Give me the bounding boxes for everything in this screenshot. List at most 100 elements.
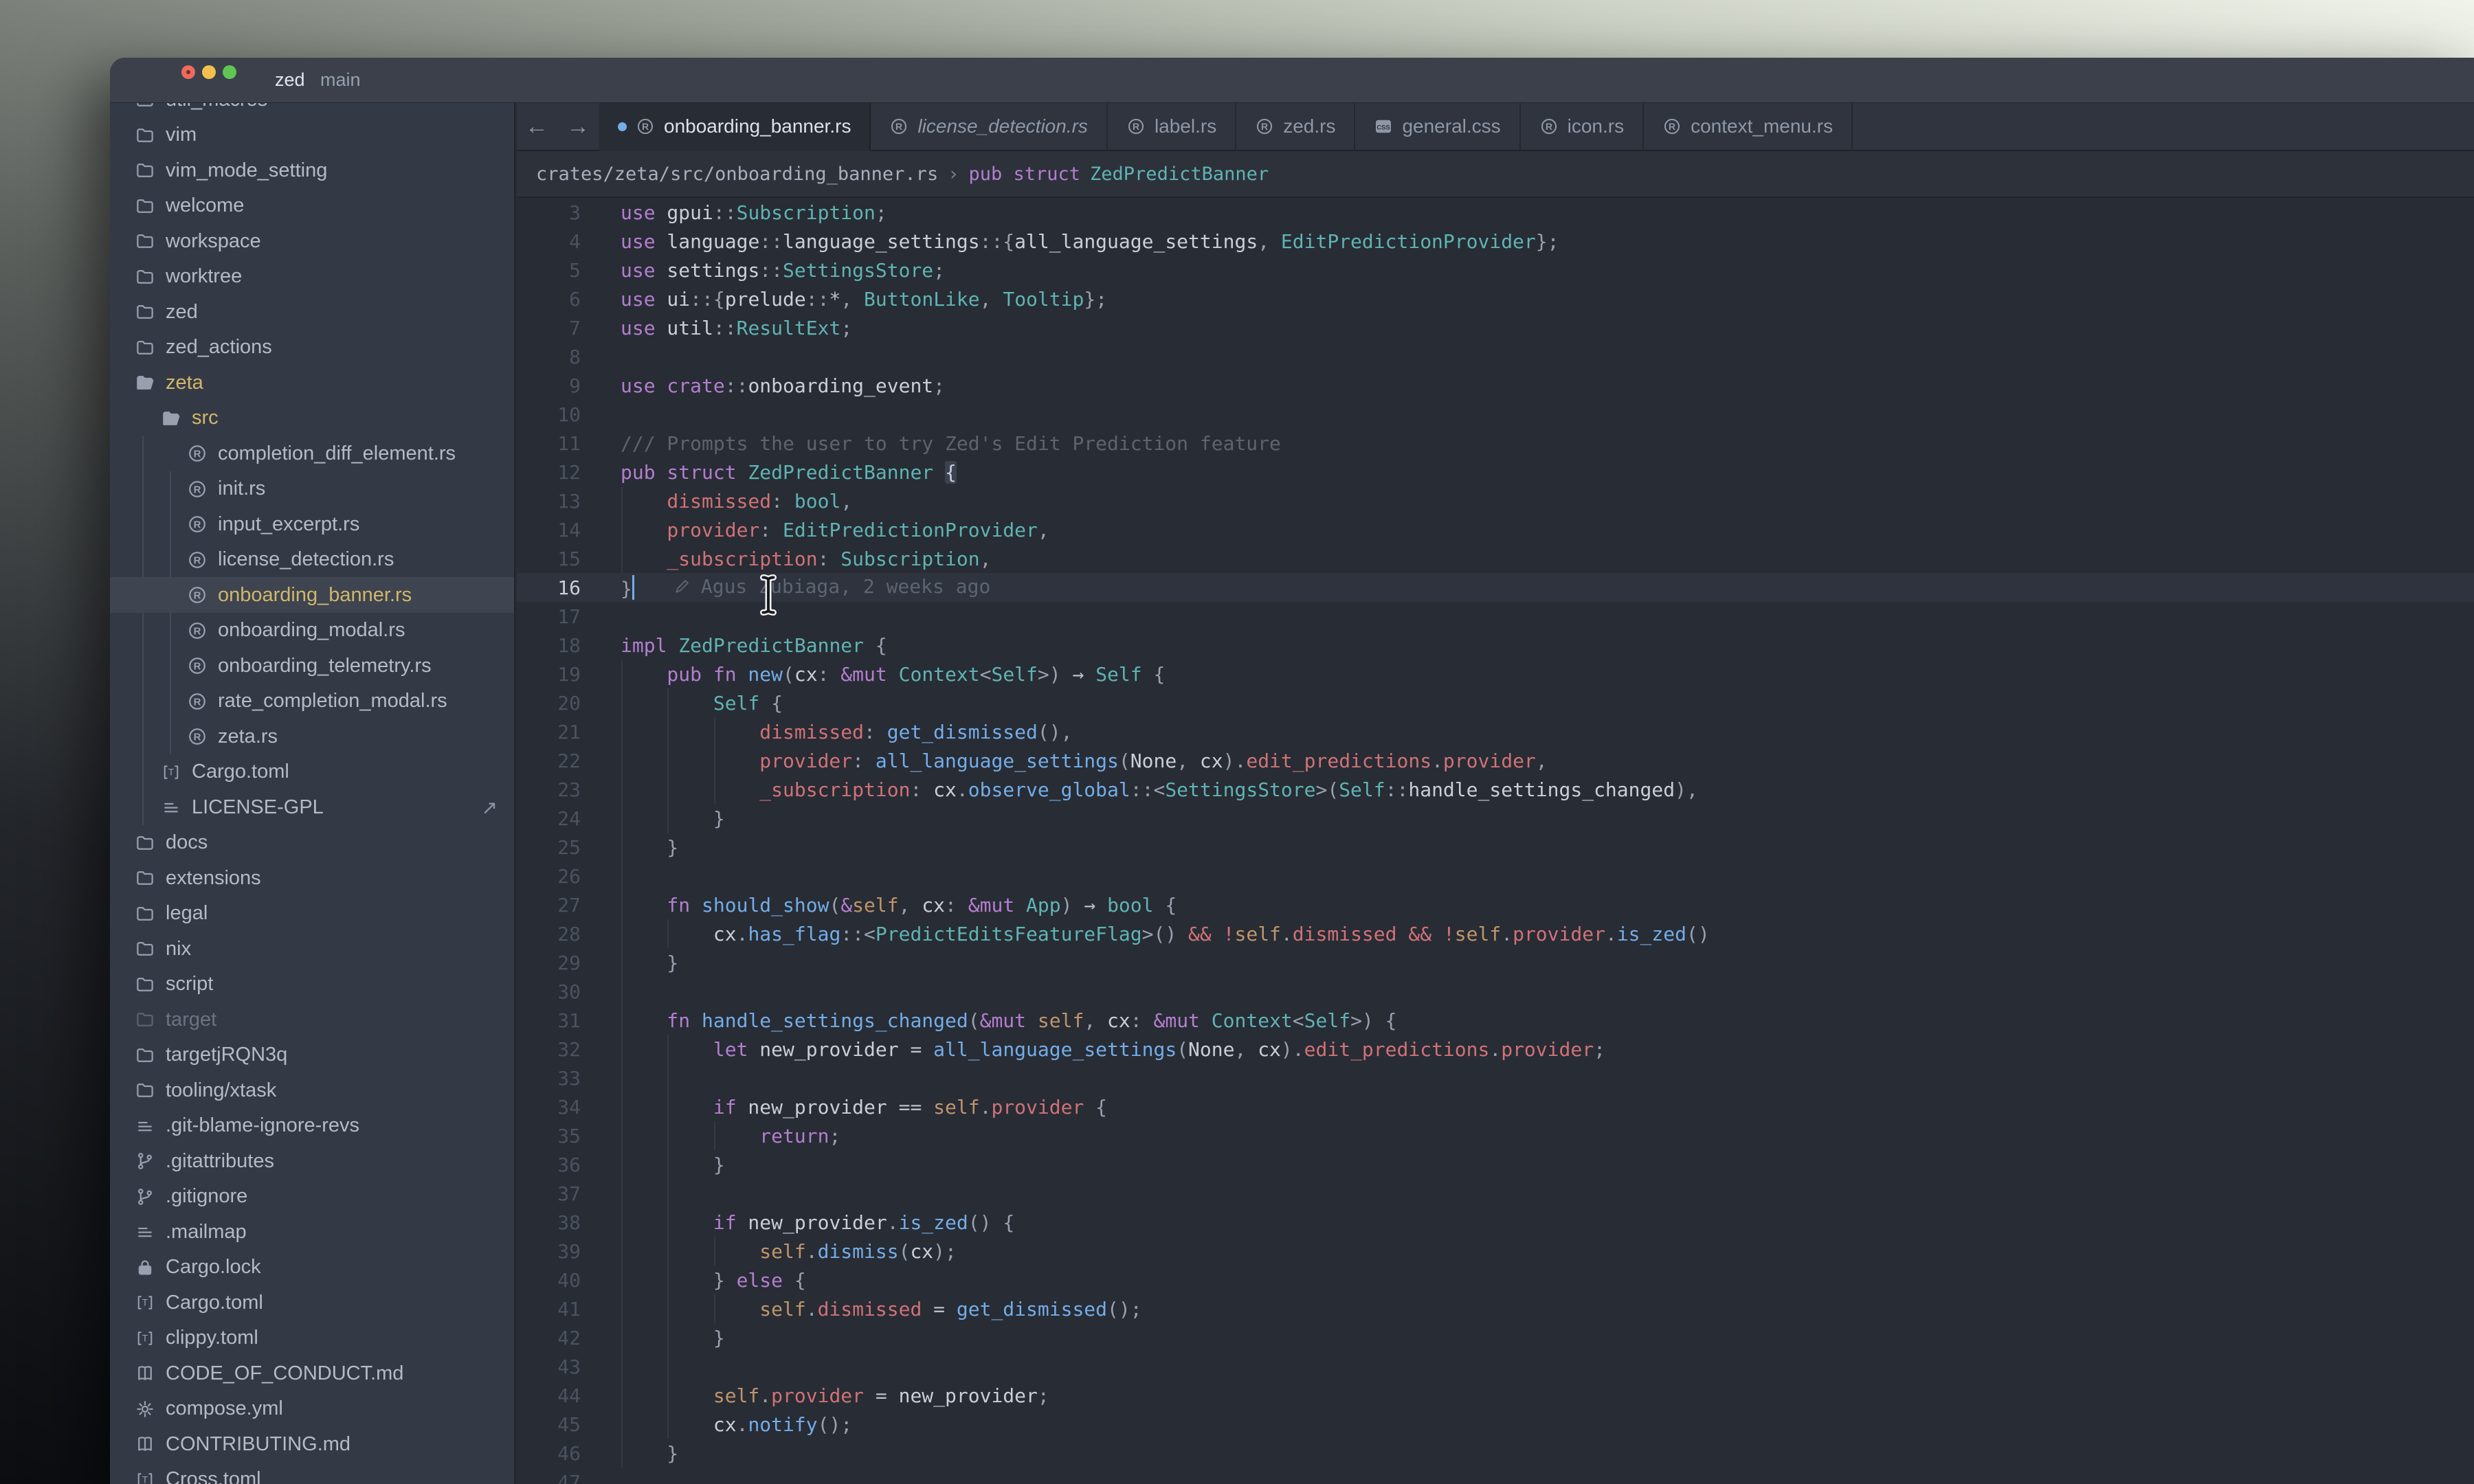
file-tree-item[interactable]: Ronboarding_telemetry.rs — [110, 648, 514, 684]
file-tree-item[interactable]: Rinput_excerpt.rs — [110, 506, 514, 542]
code-editor[interactable]: 3use gpui::Subscription;4use language::l… — [517, 198, 2474, 1484]
file-tree-item[interactable]: docs — [110, 825, 514, 861]
tab-context_menu.rs[interactable]: Rcontext_menu.rs — [1644, 103, 1853, 150]
file-tree-item[interactable]: Rinit.rs — [110, 471, 514, 507]
file-tree-item[interactable]: Ronboarding_banner.rs — [110, 577, 514, 613]
code-line[interactable]: 24 } — [517, 804, 2474, 833]
code-line[interactable]: 19 pub fn new(cx: &mut Context<Self>) → … — [517, 660, 2474, 688]
nav-forward-icon[interactable]: → — [566, 115, 590, 138]
git-branch-label[interactable]: main — [320, 69, 361, 91]
file-tree-item[interactable]: CONTRIBUTING.md — [110, 1426, 514, 1462]
maximize-button[interactable] — [223, 65, 236, 79]
code-line[interactable]: 17 — [517, 602, 2474, 631]
file-tree-item[interactable]: src — [110, 401, 514, 436]
file-tree-item[interactable]: vim_mode_setting — [110, 153, 514, 188]
tab-icon.rs[interactable]: Ricon.rs — [1521, 103, 1644, 150]
file-tree-item[interactable]: Rzeta.rs — [110, 719, 514, 754]
file-tree-item[interactable]: TCross.toml — [110, 1462, 514, 1484]
nav-back-icon[interactable]: ← — [525, 115, 548, 138]
code-line[interactable]: 36 } — [517, 1150, 2474, 1179]
code-line[interactable]: 28 cx.has_flag::<PredictEditsFeatureFlag… — [517, 919, 2474, 948]
file-tree-item[interactable]: util_macros — [110, 103, 514, 117]
file-tree-item[interactable]: compose.yml — [110, 1391, 514, 1427]
code-line[interactable]: 43 — [517, 1352, 2474, 1381]
file-tree-item[interactable]: Rcompletion_diff_element.rs — [110, 436, 514, 471]
file-tree-item[interactable]: workspace — [110, 223, 514, 259]
file-tree-item[interactable]: .mailmap — [110, 1214, 514, 1250]
file-tree-item[interactable]: TCargo.toml — [110, 1285, 514, 1320]
file-tree-item[interactable]: target — [110, 1002, 514, 1037]
file-tree-item[interactable]: welcome — [110, 188, 514, 224]
code-line[interactable]: 39 self.dismiss(cx); — [517, 1237, 2474, 1266]
tab-zed.rs[interactable]: Rzed.rs — [1236, 103, 1355, 150]
code-line[interactable]: 40 } else { — [517, 1266, 2474, 1294]
tab-onboarding_banner.rs[interactable]: Ronboarding_banner.rs — [599, 103, 871, 151]
file-tree-item[interactable]: script — [110, 967, 514, 1002]
code-line[interactable]: 37 — [517, 1179, 2474, 1208]
file-tree-item[interactable]: vim — [110, 117, 514, 153]
code-line[interactable]: 21 dismissed: get_dismissed(), — [517, 717, 2474, 746]
file-tree-item[interactable]: Rlicense_detection.rs — [110, 542, 514, 578]
file-tree-item[interactable]: Rrate_completion_modal.rs — [110, 684, 514, 719]
code-line[interactable]: 8 — [517, 342, 2474, 371]
breadcrumb-symbol-name[interactable]: ZedPredictBanner — [1080, 164, 1269, 185]
breadcrumb[interactable]: crates/zeta/src/onboarding_banner.rs › p… — [517, 151, 2474, 198]
tab-license_detection.rs[interactable]: Rlicense_detection.rs — [871, 103, 1107, 150]
code-line[interactable]: 7use util::ResultExt; — [517, 313, 2474, 342]
titlebar[interactable]: zed main — [110, 58, 2474, 103]
file-tree-item[interactable]: targetjRQN3q — [110, 1037, 514, 1073]
tab-general.css[interactable]: CSSgeneral.css — [1355, 103, 1520, 150]
code-line[interactable]: 35 return; — [517, 1121, 2474, 1150]
file-tree-item[interactable]: Tclippy.toml — [110, 1320, 514, 1356]
breadcrumb-symbol-keyword[interactable]: pub struct — [968, 164, 1080, 185]
code-line[interactable]: 31 fn handle_settings_changed(&mut self,… — [517, 1006, 2474, 1035]
code-line[interactable]: 14 provider: EditPredictionProvider, — [517, 515, 2474, 544]
code-line[interactable]: 45 cx.notify(); — [517, 1410, 2474, 1439]
code-line[interactable]: 47 — [517, 1468, 2474, 1484]
code-line[interactable]: 23 _subscription: cx.observe_global::<Se… — [517, 775, 2474, 804]
code-line[interactable]: 44 self.provider = new_provider; — [517, 1381, 2474, 1410]
file-tree-item[interactable]: worktree — [110, 259, 514, 295]
code-line[interactable]: 25 } — [517, 833, 2474, 862]
breadcrumb-path[interactable]: crates/zeta/src/onboarding_banner.rs — [536, 164, 938, 185]
file-tree-item[interactable]: .gitignore — [110, 1179, 514, 1215]
tab-label.rs[interactable]: Rlabel.rs — [1108, 103, 1236, 150]
code-line[interactable]: 6use ui::{prelude::*, ButtonLike, Toolti… — [517, 284, 2474, 313]
code-line[interactable]: 26 — [517, 862, 2474, 890]
file-tree-item[interactable]: zed_actions — [110, 330, 514, 366]
file-tree-item[interactable]: CODE_OF_CONDUCT.md — [110, 1356, 514, 1391]
code-line[interactable]: 27 fn should_show(&self, cx: &mut App) →… — [517, 890, 2474, 919]
code-line[interactable]: 20 Self { — [517, 688, 2474, 717]
code-line[interactable]: 4use language::language_settings::{all_l… — [517, 227, 2474, 256]
file-tree-item[interactable]: zeta — [110, 365, 514, 401]
code-line[interactable]: 12pub struct ZedPredictBanner { — [517, 458, 2474, 486]
code-line[interactable]: 11/// Prompts the user to try Zed's Edit… — [517, 429, 2474, 458]
file-tree-item[interactable]: TCargo.toml — [110, 754, 514, 790]
code-line[interactable]: 38 if new_provider.is_zed() { — [517, 1208, 2474, 1237]
file-tree-item[interactable]: zed — [110, 294, 514, 330]
minimize-button[interactable] — [202, 65, 216, 79]
file-tree-item[interactable]: legal — [110, 896, 514, 932]
file-tree-item[interactable]: tooling/xtask — [110, 1072, 514, 1108]
project-name[interactable]: zed — [275, 69, 305, 91]
code-line[interactable]: 41 self.dismissed = get_dismissed(); — [517, 1294, 2474, 1323]
code-line[interactable]: 33 — [517, 1064, 2474, 1092]
git-blame-annotation[interactable]: Agus Zubiaga, 2 weeks ago — [673, 575, 990, 598]
file-tree-item[interactable]: LICENSE-GPL↗ — [110, 789, 514, 825]
code-line[interactable]: 34 if new_provider == self.provider { — [517, 1092, 2474, 1121]
code-line[interactable]: 15 _subscription: Subscription, — [517, 544, 2474, 573]
code-line[interactable]: 5use settings::SettingsStore; — [517, 256, 2474, 284]
file-tree-item[interactable]: nix — [110, 931, 514, 967]
code-line[interactable]: 18impl ZedPredictBanner { — [517, 631, 2474, 660]
code-line[interactable]: 42 } — [517, 1323, 2474, 1352]
file-tree-item[interactable]: extensions — [110, 860, 514, 896]
project-panel[interactable]: util_macrosvimvim_mode_settingwelcomewor… — [110, 103, 515, 1484]
code-line[interactable]: 10 — [517, 400, 2474, 429]
file-tree-item[interactable]: Ronboarding_modal.rs — [110, 613, 514, 649]
code-line[interactable]: 30 — [517, 977, 2474, 1006]
code-line[interactable]: 9use crate::onboarding_event; — [517, 371, 2474, 400]
code-line[interactable]: 13 dismissed: bool, — [517, 486, 2474, 515]
code-line[interactable]: 32 let new_provider = all_language_setti… — [517, 1035, 2474, 1064]
file-tree-item[interactable]: .git-blame-ignore-revs — [110, 1108, 514, 1144]
code-line[interactable]: 22 provider: all_language_settings(None,… — [517, 746, 2474, 775]
